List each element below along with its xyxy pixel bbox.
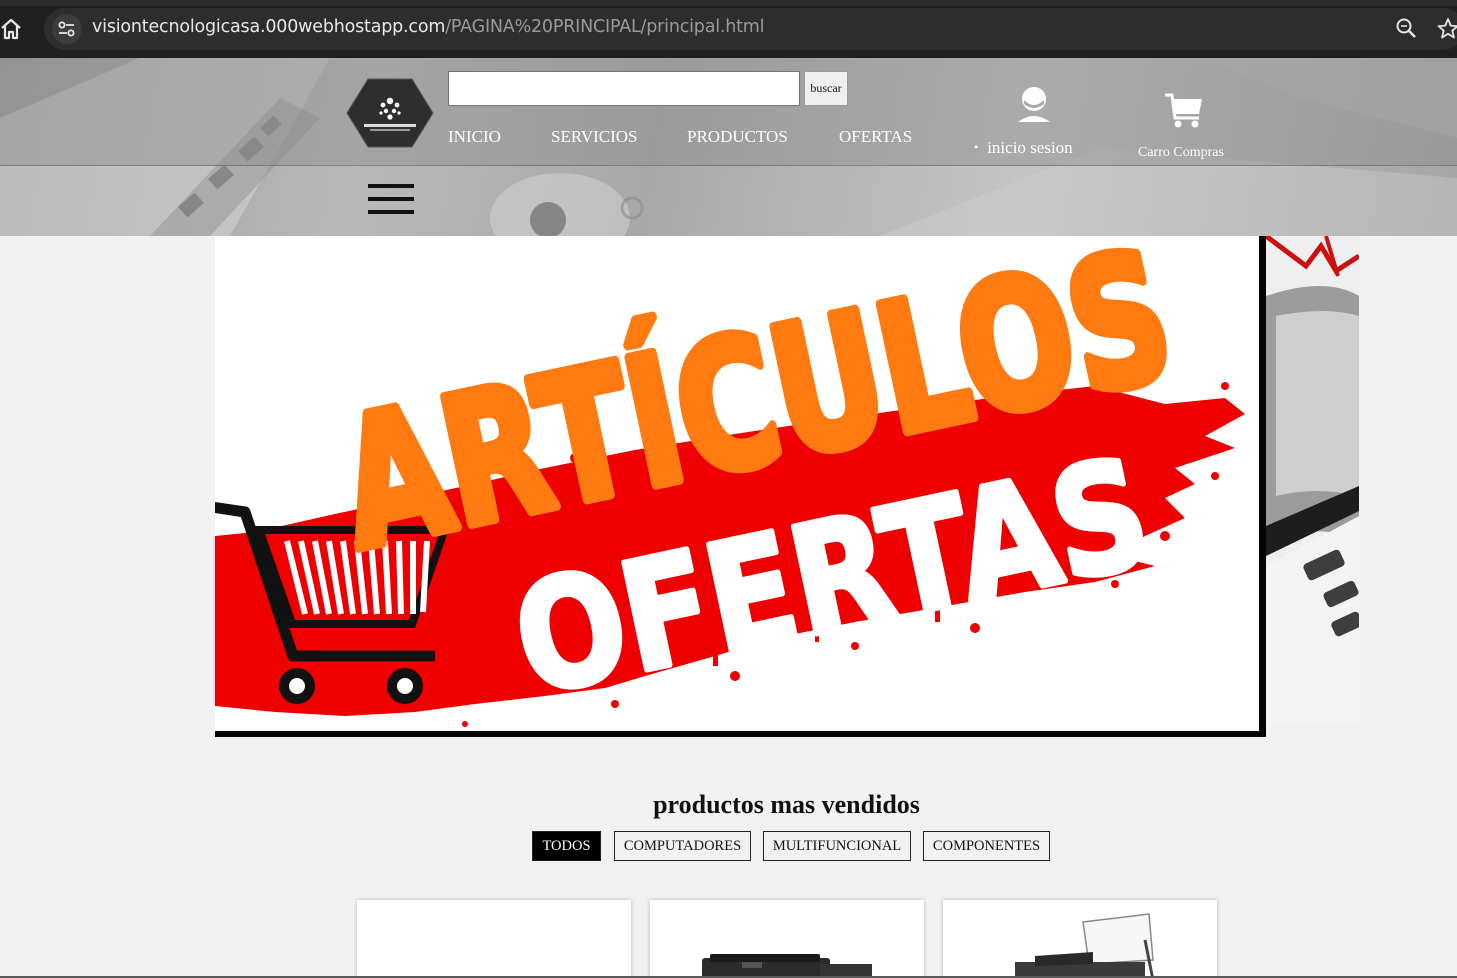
nav-servicios[interactable]: SERVICIOS — [551, 127, 638, 147]
user-icon[interactable] — [1014, 84, 1054, 124]
filter-todos[interactable]: TODOS — [532, 831, 601, 861]
zoom-icon[interactable] — [1394, 16, 1420, 42]
url-host: visiontecnologicasa.000webhostapp.com — [92, 17, 446, 37]
nav-productos[interactable]: PRODUCTOS — [687, 127, 788, 147]
offers-banner[interactable]: ARTÍCULOS OFERTAS — [215, 236, 1266, 737]
browser-top-strip — [0, 0, 1457, 6]
nav-ofertas[interactable]: OFERTAS — [839, 127, 912, 147]
home-icon[interactable] — [0, 14, 22, 42]
nav-inicio[interactable]: INICIO — [448, 127, 501, 147]
section-title: productos mas vendidos — [653, 790, 920, 819]
product-image — [1015, 913, 1155, 978]
filter-componentes[interactable]: COMPONENTES — [923, 831, 1050, 861]
login-label: inicio sesion — [987, 138, 1073, 157]
site-header: buscar INICIO SERVICIOS PRODUCTOS OFERTA… — [0, 58, 1457, 236]
cart-link[interactable]: Carro Compras — [1138, 145, 1224, 161]
product-card[interactable] — [943, 900, 1217, 978]
star-icon[interactable] — [1436, 16, 1457, 42]
login-link[interactable]: • inicio sesion — [974, 138, 1073, 158]
url-text[interactable]: visiontecnologicasa.000webhostapp.com/PA… — [92, 17, 765, 37]
banner-next-slide — [1266, 236, 1359, 724]
product-card[interactable] — [650, 900, 924, 978]
site-info-icon[interactable] — [52, 14, 82, 44]
search-input[interactable] — [448, 71, 800, 106]
product-image — [702, 954, 872, 978]
cart-icon[interactable] — [1162, 90, 1206, 130]
login-bullet: • — [974, 140, 979, 154]
browser-address-bar: visiontecnologicasa.000webhostapp.com/PA… — [0, 0, 1457, 58]
hamburger-icon[interactable] — [368, 182, 414, 216]
filter-multifuncional[interactable]: MULTIFUNCIONAL — [763, 831, 911, 861]
site-logo[interactable] — [346, 77, 434, 149]
url-path: /PAGINA%20PRINCIPAL/principal.html — [445, 17, 765, 37]
search-button[interactable]: buscar — [804, 71, 848, 106]
filter-computadores[interactable]: COMPUTADORES — [614, 831, 751, 861]
product-card[interactable] — [357, 900, 631, 978]
